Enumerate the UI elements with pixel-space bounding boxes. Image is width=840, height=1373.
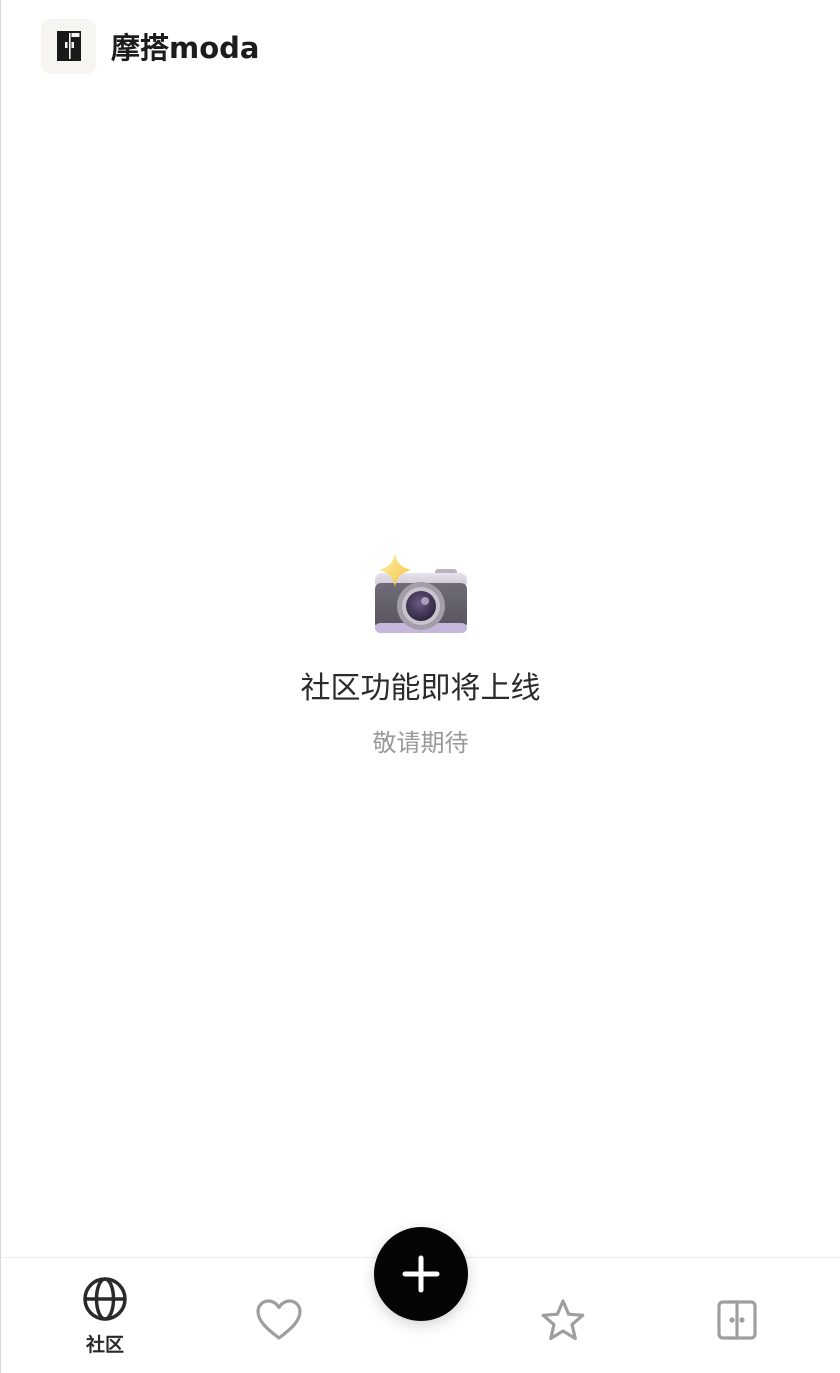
camera-with-sparkle-icon — [373, 553, 469, 637]
tab-community-label: 社区 — [85, 1333, 124, 1356]
app-screen: 摩搭moda 社区功能即将上线 敬请期待 社区 — [0, 0, 840, 1373]
app-title: 摩搭moda — [111, 31, 260, 65]
empty-state-title: 社区功能即将上线 — [300, 671, 541, 706]
wardrobe-logo-icon[interactable] — [41, 18, 96, 74]
empty-state: 社区功能即将上线 敬请期待 — [1, 553, 840, 759]
wardrobe-icon — [717, 1300, 757, 1340]
tab-wardrobe[interactable] — [677, 1258, 797, 1373]
heart-icon — [256, 1299, 302, 1340]
add-button[interactable] — [374, 1227, 468, 1321]
star-icon — [541, 1299, 585, 1341]
tab-community[interactable]: 社区 — [45, 1258, 165, 1373]
empty-state-subtitle: 敬请期待 — [372, 729, 469, 757]
plus-icon — [402, 1255, 440, 1293]
tab-collections[interactable] — [503, 1258, 623, 1373]
tab-favorites[interactable] — [219, 1258, 339, 1373]
app-header: 摩搭moda — [41, 18, 259, 74]
globe-icon — [83, 1276, 127, 1321]
